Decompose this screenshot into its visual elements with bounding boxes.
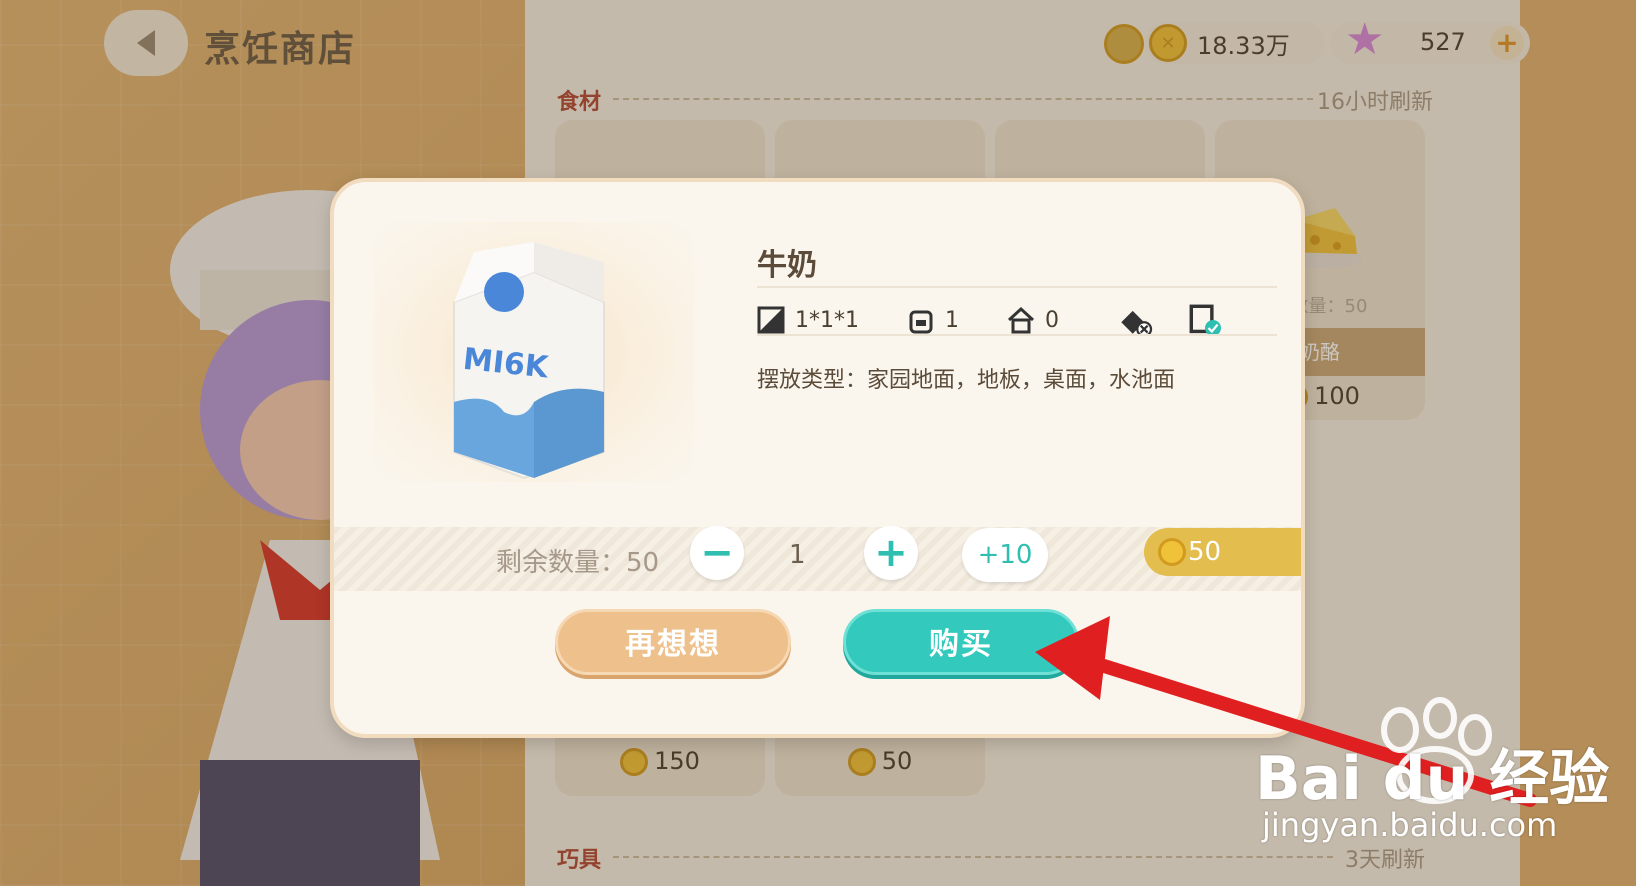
attr-size: 1*1*1	[757, 306, 907, 334]
add-ten-button[interactable]: +10	[962, 528, 1048, 582]
divider	[757, 334, 1277, 336]
watermark-url: jingyan.baidu.com	[1262, 806, 1558, 844]
size-icon	[757, 306, 785, 334]
remaining-quantity: 剩余数量：50	[496, 548, 660, 578]
purchase-dialog: MI6K 牛奶 1*1*1 1 0 摆放类型：家园地面，地板，桌面，水池面 剩余…	[330, 178, 1305, 738]
watermark-logo: Bai du 经验	[1255, 744, 1610, 814]
coin-icon	[1158, 538, 1186, 566]
attr-bag: 1	[907, 306, 1007, 334]
attr-collectible	[1187, 304, 1233, 336]
buy-button[interactable]: 购买	[843, 609, 1079, 675]
increase-quantity-button[interactable]: +	[864, 526, 918, 580]
quantity-value: 1	[789, 540, 806, 570]
backpack-icon	[909, 310, 933, 334]
total-price: 50	[1144, 528, 1301, 576]
attr-not-tradable	[1117, 304, 1187, 336]
house-icon	[1007, 306, 1035, 334]
milk-carton-icon: MI6K	[453, 242, 605, 480]
no-trade-icon	[1121, 310, 1153, 336]
cancel-button[interactable]: 再想想	[555, 609, 791, 675]
divider	[757, 286, 1277, 288]
decrease-quantity-button[interactable]: −	[690, 526, 744, 580]
placement-type: 摆放类型：家园地面，地板，桌面，水池面	[757, 368, 1176, 393]
collection-check-icon	[1189, 304, 1221, 336]
attr-storage: 0	[1007, 306, 1117, 334]
item-name: 牛奶	[757, 248, 817, 283]
